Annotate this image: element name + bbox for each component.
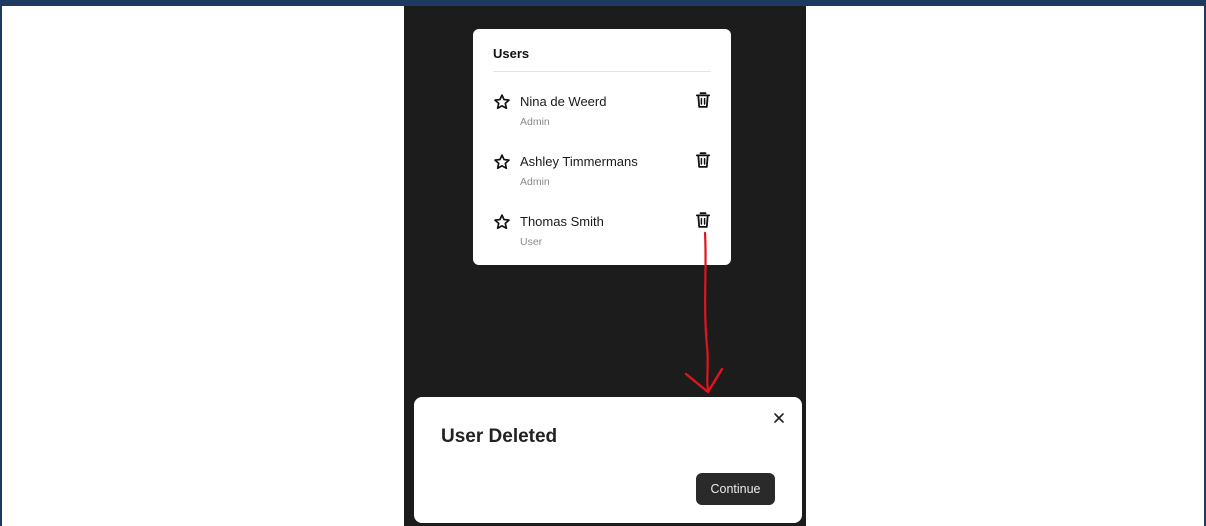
user-deleted-toast: User Deleted Continue	[414, 397, 802, 523]
users-card: Users Nina de Weerd Admin Ashley Timmerm…	[473, 29, 731, 265]
trash-icon[interactable]	[695, 211, 711, 229]
phone-screen: Users Nina de Weerd Admin Ashley Timmerm…	[404, 6, 806, 526]
star-icon[interactable]	[493, 153, 511, 171]
continue-button[interactable]: Continue	[696, 473, 775, 505]
user-role: Admin	[520, 116, 550, 128]
frame-left-border	[0, 0, 2, 526]
users-card-title: Users	[493, 46, 530, 61]
user-list-item: Thomas Smith User	[493, 211, 715, 261]
user-role: User	[520, 236, 543, 248]
toast-title: User Deleted	[441, 426, 558, 447]
trash-icon[interactable]	[695, 151, 711, 169]
user-list-item: Ashley Timmermans Admin	[493, 151, 715, 201]
star-icon[interactable]	[493, 213, 511, 231]
user-name: Thomas Smith	[520, 214, 604, 229]
user-list-item: Nina de Weerd Admin	[493, 91, 715, 141]
user-name: Ashley Timmermans	[520, 154, 638, 169]
user-name: Nina de Weerd	[520, 94, 607, 109]
user-role: Admin	[520, 176, 550, 188]
users-card-divider	[493, 71, 711, 72]
close-icon[interactable]	[770, 409, 788, 427]
trash-icon[interactable]	[695, 91, 711, 109]
star-icon[interactable]	[493, 93, 511, 111]
